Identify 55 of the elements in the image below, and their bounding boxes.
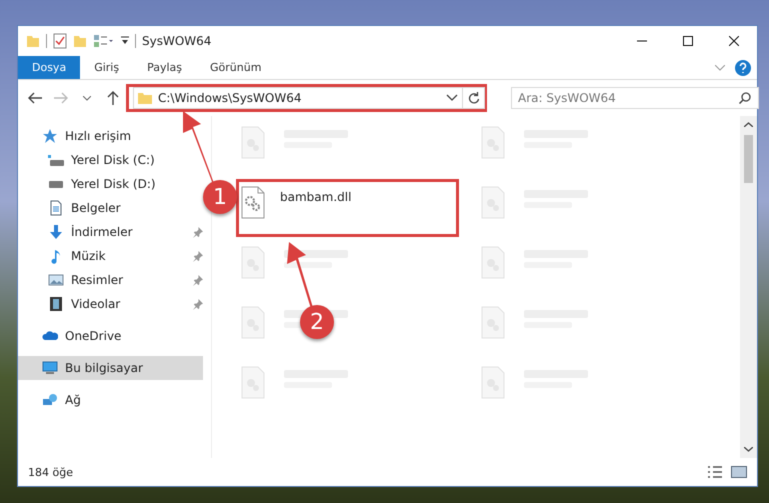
drive-icon [48,154,64,166]
drive-icon [48,180,64,188]
document-icon [48,200,64,216]
help-icon[interactable] [735,60,751,76]
pin-icon[interactable] [192,274,203,286]
refresh-icon [468,92,480,104]
ribbon-tab[interactable]: Dosya [18,56,80,79]
monitor-icon [42,360,58,376]
star-icon [42,128,58,144]
ribbon-tab[interactable]: Görünüm [196,56,276,79]
folder-icon [138,91,152,105]
sidebar-item[interactable]: Yerel Disk (C:) [18,148,161,172]
back-arrow-icon [28,92,42,104]
sidebar-item[interactable]: Yerel Disk (D:) [18,172,162,196]
forward-arrow-icon [54,92,68,104]
window-title: SysWOW64 [142,34,212,48]
pin-icon[interactable] [192,250,203,262]
sidebar-item[interactable]: İndirmeler [18,220,139,244]
pin-icon[interactable] [192,226,203,238]
close-icon [729,36,739,46]
chevron-up-icon [744,122,753,127]
checklist-icon[interactable] [53,33,67,49]
folder-icon [26,33,40,49]
sidebar-item[interactable]: Videolar [18,292,126,316]
sidebar-item[interactable]: Bu bilgisayar [18,356,203,380]
scrollbar-thumb[interactable] [744,135,753,183]
file-item[interactable]: bambam.dll [240,182,358,220]
scrollbar[interactable] [740,116,757,458]
address-field[interactable]: C:\Windows\SysWOW64 [133,87,463,109]
ribbon-tab[interactable]: Giriş [80,56,134,79]
large-icons-view-icon[interactable] [731,465,747,479]
search-field[interactable]: Ara: SysWOW64 [511,87,759,109]
down-arrow-icon [48,224,64,240]
chevron-down-icon [744,447,753,452]
picture-icon [48,272,64,288]
sidebar-item[interactable]: Belgeler [18,196,127,220]
sidebar-item[interactable]: Hızlı erişim [18,124,138,148]
properties-icon[interactable] [93,34,115,48]
item-count: 184 öğe [28,466,73,478]
pin-icon[interactable] [192,298,203,310]
chevron-down-icon [83,96,91,100]
ribbon-tab[interactable]: Paylaş [133,56,196,79]
refresh-button[interactable] [463,87,485,109]
gear-file-icon [240,186,266,220]
chevron-down-icon[interactable] [446,94,458,102]
details-view-icon[interactable] [707,465,723,479]
maximize-icon [683,36,693,46]
sidebar-item[interactable]: Müzik [18,244,112,268]
sidebar-item[interactable]: Resimler [18,268,130,292]
network-icon [42,392,58,408]
caret-icon[interactable] [121,36,129,46]
sidebar-item[interactable]: OneDrive [18,324,128,348]
up-arrow-icon [107,91,119,105]
film-icon [48,296,64,312]
sidebar-item[interactable]: Ağ [18,388,87,412]
